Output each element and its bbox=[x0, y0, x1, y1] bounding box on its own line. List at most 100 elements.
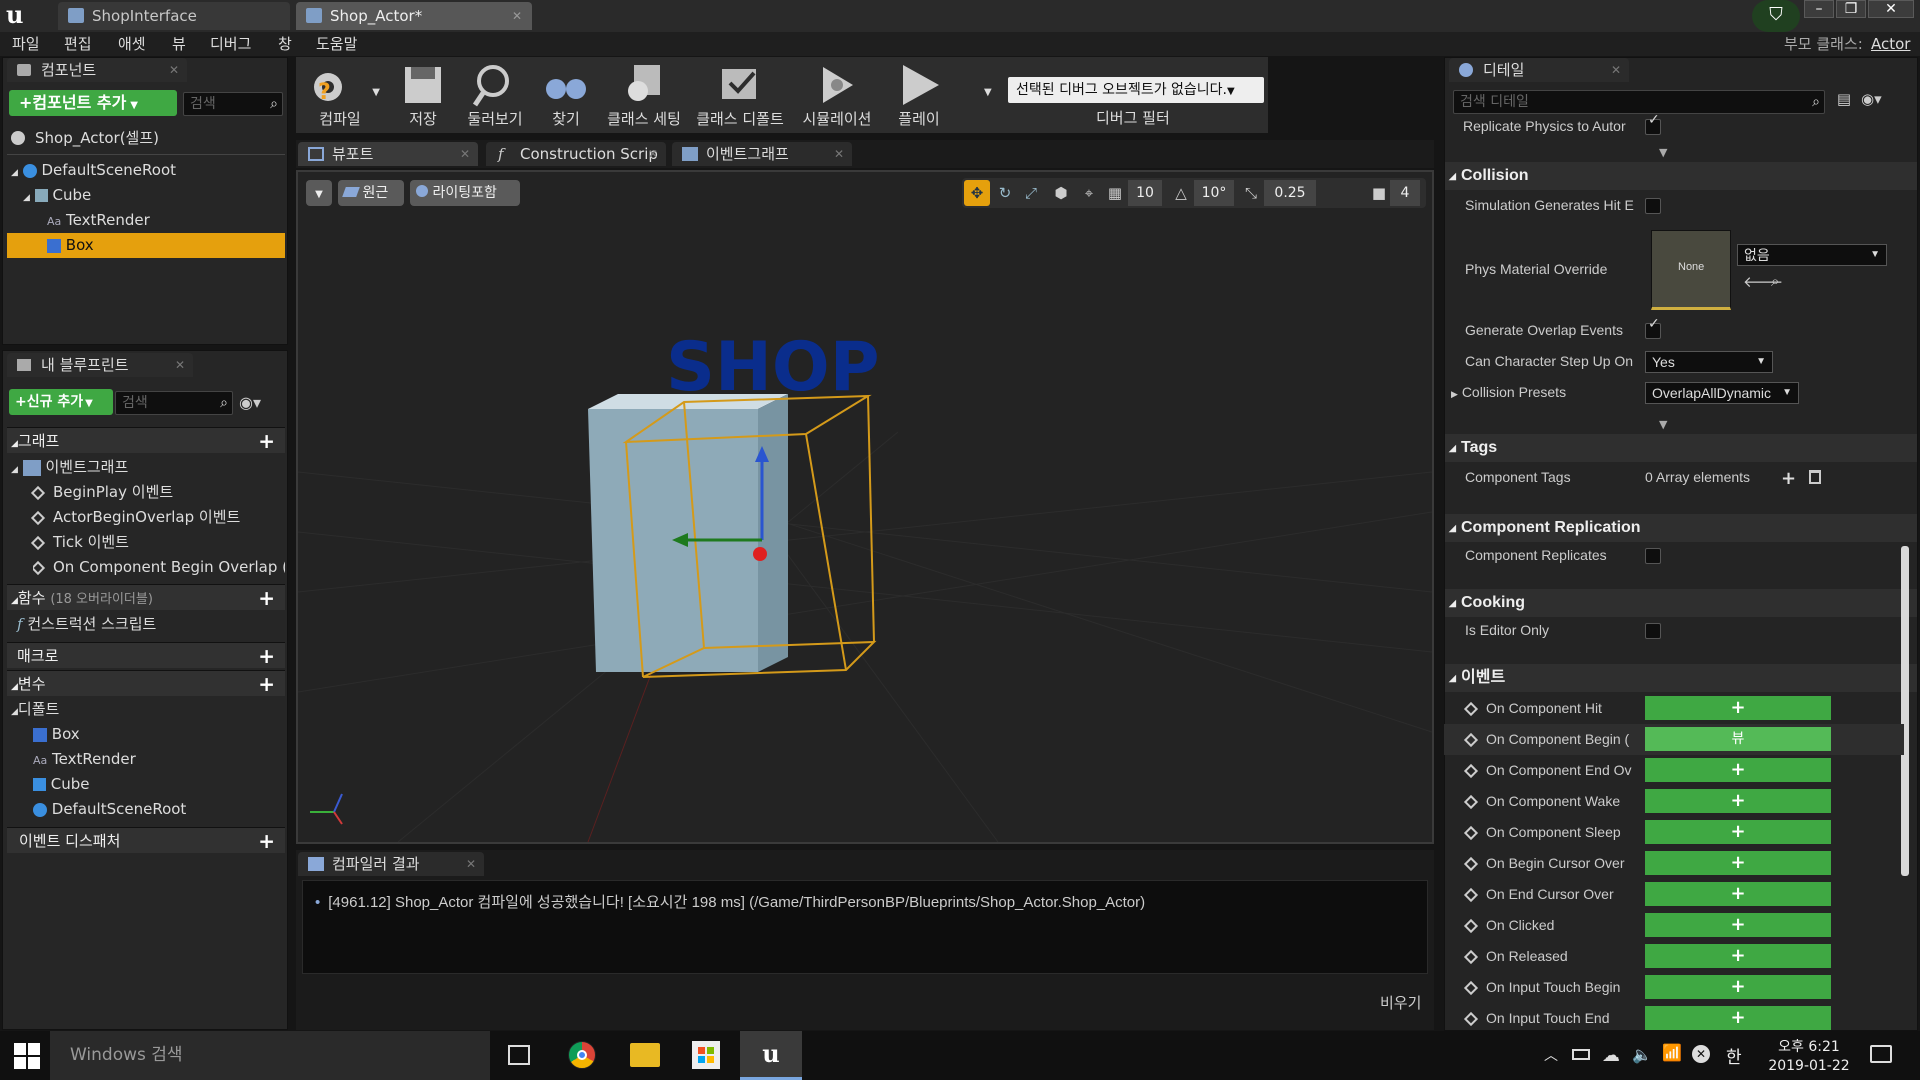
my-blueprint-tab[interactable]: 내 블루프린트 ✕ bbox=[7, 353, 193, 377]
translate-tool-icon[interactable]: ✥ bbox=[964, 180, 990, 206]
sim-hit-checkbox[interactable] bbox=[1645, 198, 1661, 214]
onedrive-icon[interactable]: ☁ bbox=[1602, 1045, 1620, 1066]
tree-item-event-graph[interactable]: ◢ 이벤트그래프 bbox=[11, 455, 285, 480]
tree-item-box[interactable]: Box bbox=[7, 233, 285, 258]
viewport-options-button[interactable]: ▼ bbox=[306, 180, 332, 206]
tree-item-event[interactable]: Tick 이벤트 bbox=[30, 530, 285, 555]
add-event-button[interactable]: + bbox=[1645, 696, 1831, 720]
add-event-button[interactable]: + bbox=[1645, 975, 1831, 999]
task-view-icon[interactable] bbox=[508, 1045, 530, 1065]
menu-window[interactable]: 창 bbox=[278, 32, 292, 56]
view-event-button[interactable]: 뷰 bbox=[1645, 727, 1831, 751]
add-new-button[interactable]: +신규 추가 ▼ bbox=[9, 389, 113, 415]
maximize-button[interactable]: ❐ bbox=[1836, 0, 1866, 18]
grid-snap-value[interactable]: 10 bbox=[1128, 180, 1162, 206]
clock-time[interactable]: 오후 6:21 bbox=[1776, 1036, 1842, 1056]
details-tab[interactable]: 디테일 ✕ bbox=[1449, 58, 1629, 82]
replicate-physics-checkbox[interactable] bbox=[1645, 112, 1661, 135]
add-component-button[interactable]: +컴포넌트 추가 ▼ bbox=[9, 90, 177, 116]
add-element-icon[interactable]: + bbox=[1781, 468, 1796, 489]
root-row[interactable]: Shop_Actor(셀프) bbox=[11, 126, 285, 150]
tree-item-event[interactable]: On Component Begin Overlap ( bbox=[33, 555, 285, 580]
phys-material-dropdown[interactable]: 없음 bbox=[1737, 244, 1887, 266]
close-tab-icon[interactable]: ✕ bbox=[460, 142, 470, 166]
add-event-button[interactable]: + bbox=[1645, 882, 1831, 906]
tab-shop-actor[interactable]: Shop_Actor* ✕ bbox=[296, 2, 532, 30]
file-explorer-icon[interactable] bbox=[630, 1043, 660, 1067]
wifi-icon[interactable]: 📶 bbox=[1662, 1043, 1682, 1062]
viewport[interactable]: SHOP ▼ 원근 라이팅포함 ✥ ↻ ⤢ ⬢ ⌖ ▦ 10 △ 10° ⤡ 0… bbox=[296, 170, 1434, 844]
windows-start-icon[interactable] bbox=[14, 1043, 40, 1069]
menu-view[interactable]: 뷰 bbox=[172, 32, 186, 56]
debug-object-dropdown[interactable]: 선택된 디버그 오브젝트가 없습니다.▼ bbox=[1008, 77, 1264, 103]
tab-event-graph[interactable]: 이벤트그래프 ✕ bbox=[672, 142, 852, 166]
ime-indicator[interactable]: 한 bbox=[1726, 1043, 1742, 1068]
scale-snap-icon[interactable]: ⤡ bbox=[1238, 180, 1264, 206]
add-event-button[interactable]: + bbox=[1645, 1006, 1831, 1030]
store-icon[interactable] bbox=[692, 1041, 720, 1069]
unreal-taskbar-icon[interactable]: u bbox=[740, 1031, 802, 1080]
tree-item-textrender[interactable]: Aa TextRender bbox=[47, 208, 285, 233]
browse-button[interactable]: 둘러보기 bbox=[460, 57, 530, 133]
close-tab-icon[interactable]: ✕ bbox=[466, 852, 476, 876]
tab-viewport[interactable]: 뷰포트 ✕ bbox=[298, 142, 478, 166]
section-component-replication[interactable]: ◢ Component Replication bbox=[1445, 514, 1917, 542]
add-event-button[interactable]: + bbox=[1645, 820, 1831, 844]
variable-defaultsceneroot[interactable]: DefaultSceneRoot bbox=[33, 797, 285, 822]
menu-asset[interactable]: 애셋 bbox=[118, 32, 146, 56]
trash-icon[interactable] bbox=[1809, 470, 1821, 484]
world-local-icon[interactable]: ⬢ bbox=[1048, 180, 1074, 206]
section-variables[interactable]: ◢변수 + bbox=[7, 670, 285, 696]
play-button[interactable]: 플레이 bbox=[886, 57, 952, 133]
tray-chevron-icon[interactable]: ︿ bbox=[1544, 1045, 1558, 1065]
save-button[interactable]: 저장 bbox=[388, 57, 458, 133]
phys-material-thumbnail[interactable]: None bbox=[1651, 230, 1731, 310]
section-macros[interactable]: 매크로 + bbox=[7, 642, 285, 668]
add-event-button[interactable]: + bbox=[1645, 913, 1831, 937]
overlap-events-checkbox[interactable] bbox=[1645, 316, 1661, 339]
tree-item-defaultsceneroot[interactable]: ◢ DefaultSceneRoot bbox=[11, 158, 285, 183]
section-tags[interactable]: ◢ Tags bbox=[1445, 434, 1917, 462]
add-event-button[interactable]: + bbox=[1645, 758, 1831, 782]
battery-icon[interactable] bbox=[1572, 1049, 1590, 1060]
grid-snap-icon[interactable]: ▦ bbox=[1102, 180, 1128, 206]
chevron-down-icon[interactable]: ▼ bbox=[372, 87, 380, 98]
add-event-button[interactable]: + bbox=[1645, 789, 1831, 813]
volume-icon[interactable]: 🔈 bbox=[1632, 1045, 1652, 1064]
perspective-button[interactable]: 원근 bbox=[338, 180, 404, 206]
add-event-button[interactable]: + bbox=[1645, 851, 1831, 875]
add-macro-icon[interactable]: + bbox=[258, 643, 275, 669]
menu-edit[interactable]: 편집 bbox=[64, 32, 92, 56]
tree-item-cube[interactable]: ◢ Cube bbox=[23, 183, 285, 208]
lighting-mode-button[interactable]: 라이팅포함 bbox=[410, 180, 520, 206]
rotation-snap-icon[interactable]: △ bbox=[1168, 180, 1194, 206]
network-disconnected-icon[interactable]: ✕ bbox=[1692, 1045, 1710, 1063]
section-event-dispatchers[interactable]: 이벤트 디스패처 + bbox=[7, 827, 285, 853]
close-tab-icon[interactable]: ✕ bbox=[648, 142, 658, 166]
collision-presets-dropdown[interactable]: OverlapAllDynamic bbox=[1645, 382, 1799, 404]
add-variable-icon[interactable]: + bbox=[258, 671, 275, 697]
play-options-chevron-icon[interactable]: ▼ bbox=[984, 87, 992, 98]
close-tab-icon[interactable]: ✕ bbox=[169, 58, 179, 82]
close-tab-icon[interactable]: ✕ bbox=[175, 353, 185, 377]
close-tab-icon[interactable]: ✕ bbox=[512, 2, 522, 30]
components-tab[interactable]: 컴포넌트 ✕ bbox=[7, 58, 187, 82]
close-button[interactable]: ✕ bbox=[1868, 0, 1914, 18]
tree-item-defaults[interactable]: ◢디폴트 bbox=[11, 697, 285, 722]
camera-speed-value[interactable]: 4 bbox=[1390, 180, 1420, 206]
surface-snap-icon[interactable]: ⌖ bbox=[1076, 180, 1102, 206]
browse-search-icon[interactable]: ⌕ bbox=[1771, 272, 1779, 290]
tab-shopinterface[interactable]: ShopInterface bbox=[58, 2, 290, 30]
variable-cube[interactable]: Cube bbox=[33, 772, 285, 797]
rotate-tool-icon[interactable]: ↻ bbox=[992, 180, 1018, 206]
section-events[interactable]: ◢ 이벤트 bbox=[1445, 664, 1917, 692]
class-settings-button[interactable]: 클래스 세팅 bbox=[602, 57, 686, 133]
menu-file[interactable]: 파일 bbox=[12, 32, 40, 56]
collision-presets-row[interactable]: ▶ Collision Presets bbox=[1451, 377, 1645, 408]
scale-tool-icon[interactable]: ⤢ bbox=[1018, 180, 1044, 206]
component-replicates-checkbox[interactable] bbox=[1645, 548, 1661, 564]
notification-center-icon[interactable] bbox=[1870, 1045, 1892, 1063]
tree-item-event[interactable]: ActorBeginOverlap 이벤트 bbox=[30, 505, 285, 530]
section-functions[interactable]: ◢함수 (18 오버라이더블) + bbox=[7, 584, 285, 610]
close-tab-icon[interactable]: ✕ bbox=[1611, 58, 1621, 82]
